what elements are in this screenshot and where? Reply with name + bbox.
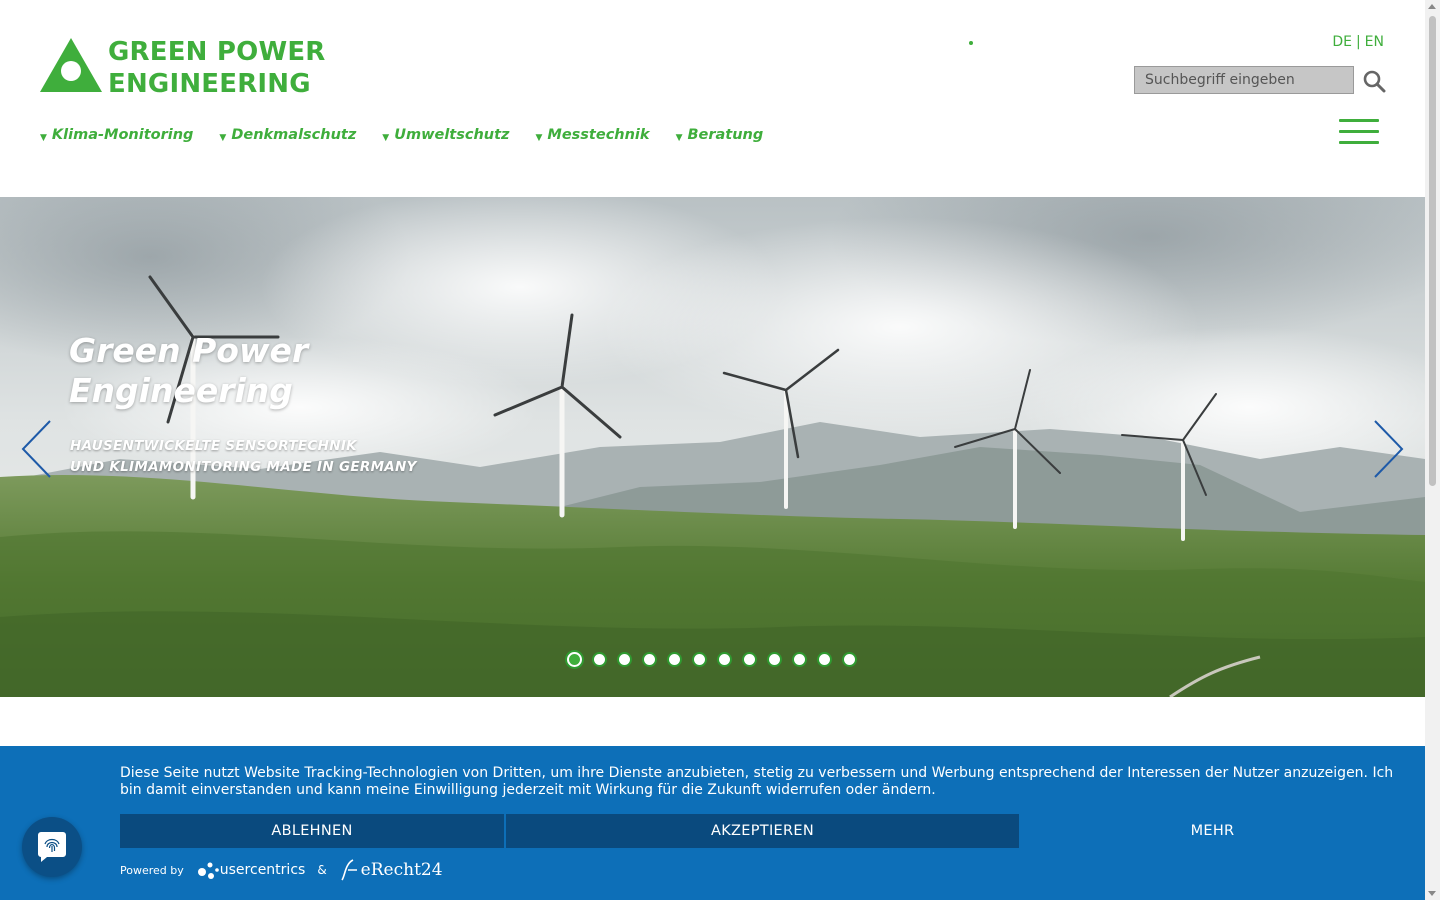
slider-dot[interactable]: [742, 652, 757, 667]
nav-item-denkmalschutz[interactable]: ▼ Denkmalschutz: [219, 127, 356, 143]
nav-label: Messtechnik: [547, 127, 650, 143]
erecht24-label: eRecht24: [360, 860, 443, 880]
slider-dot[interactable]: [592, 652, 607, 667]
hamburger-menu-icon[interactable]: [1339, 119, 1379, 145]
slider-dot[interactable]: [617, 652, 632, 667]
hero-subtitle-line-1: HAUSENTWICKELTE SENSORTECHNIK: [70, 438, 357, 454]
nav-item-beratung[interactable]: ▼ Beratung: [676, 127, 764, 143]
nav-label: Klima-Monitoring: [51, 127, 194, 143]
site-logo[interactable]: GREEN POWER ENGINEERING: [40, 36, 340, 99]
scroll-up-icon[interactable]: [1428, 4, 1436, 9]
chevron-left-icon[interactable]: [20, 419, 54, 479]
slider-dot[interactable]: [692, 652, 707, 667]
slider-dot[interactable]: [792, 652, 807, 667]
logo-line-1: GREEN POWER: [108, 37, 326, 67]
hero-slider: Green Power Engineering HAUSENTWICKELTE …: [0, 197, 1425, 697]
main-nav: ▼ Klima-Monitoring ▼ Denkmalschutz ▼ Umw…: [40, 127, 789, 143]
powered-by: Powered by usercentrics & eRecht24: [120, 858, 443, 882]
slider-dot[interactable]: [842, 652, 857, 667]
hero-title: Green Power Engineering: [69, 331, 308, 411]
amp-separator: &: [317, 863, 327, 877]
triangle-logo-icon: [40, 38, 102, 92]
nav-label: Umweltschutz: [394, 127, 510, 143]
lang-de-link[interactable]: DE: [1332, 34, 1352, 50]
lang-en-link[interactable]: EN: [1365, 34, 1384, 50]
privacy-settings-button[interactable]: [22, 817, 82, 877]
consent-text: Diese Seite nutzt Website Tracking-Techn…: [120, 765, 1394, 798]
logo-line-2: ENGINEERING: [108, 69, 311, 99]
page-scrollbar[interactable]: [1425, 0, 1440, 900]
caret-down-icon: ▼: [535, 133, 543, 143]
nav-label: Denkmalschutz: [231, 127, 357, 143]
fingerprint-icon: [38, 832, 66, 862]
slider-dot[interactable]: [667, 652, 682, 667]
chevron-right-icon[interactable]: [1371, 419, 1405, 479]
slider-dot[interactable]: [717, 652, 732, 667]
cookie-consent-banner: Diese Seite nutzt Website Tracking-Techn…: [0, 746, 1425, 900]
slider-pagination: [567, 652, 867, 667]
hero-subtitle-line-2: UND KLIMAMONITORING MADE IN GERMANY: [70, 459, 417, 475]
reject-button[interactable]: ABLEHNEN: [120, 814, 504, 848]
hero-title-line-2: Engineering: [69, 371, 293, 410]
usercentrics-logo[interactable]: usercentrics: [196, 858, 306, 882]
nav-item-klima-monitoring[interactable]: ▼ Klima-Monitoring: [40, 127, 193, 143]
usercentrics-label: usercentrics: [219, 862, 306, 878]
hero-subtitle: HAUSENTWICKELTE SENSORTECHNIK UND KLIMAM…: [70, 436, 417, 478]
slider-dot[interactable]: [817, 652, 832, 667]
slider-dot[interactable]: [767, 652, 782, 667]
nav-item-umweltschutz[interactable]: ▼ Umweltschutz: [382, 127, 509, 143]
powered-by-label: Powered by: [120, 863, 184, 877]
caret-down-icon: ▼: [675, 133, 683, 143]
caret-down-icon: ▼: [219, 133, 227, 143]
scrollbar-thumb[interactable]: [1429, 16, 1436, 486]
nav-item-messtechnik[interactable]: ▼ Messtechnik: [535, 127, 649, 143]
caret-down-icon: ▼: [40, 133, 47, 143]
slider-dot[interactable]: [642, 652, 657, 667]
more-button[interactable]: MEHR: [1020, 814, 1405, 848]
lang-separator: |: [1355, 34, 1361, 50]
erecht24-mark-icon: [340, 859, 357, 881]
language-switcher: DE | EN: [1332, 34, 1384, 50]
logo-wordmark: GREEN POWER ENGINEERING: [108, 36, 326, 100]
accept-button[interactable]: AKZEPTIEREN: [506, 814, 1019, 848]
decorative-dot: [969, 41, 973, 45]
erecht24-logo[interactable]: eRecht24: [339, 858, 443, 882]
hero-title-line-1: Green Power: [69, 331, 309, 370]
slider-dot[interactable]: [567, 652, 582, 667]
usercentrics-dots-icon: [197, 862, 219, 879]
search-icon[interactable]: [1362, 69, 1386, 93]
nav-label: Beratung: [687, 127, 764, 143]
caret-down-icon: ▼: [382, 133, 390, 143]
search-input[interactable]: [1134, 66, 1354, 94]
scroll-down-icon[interactable]: [1428, 891, 1436, 896]
